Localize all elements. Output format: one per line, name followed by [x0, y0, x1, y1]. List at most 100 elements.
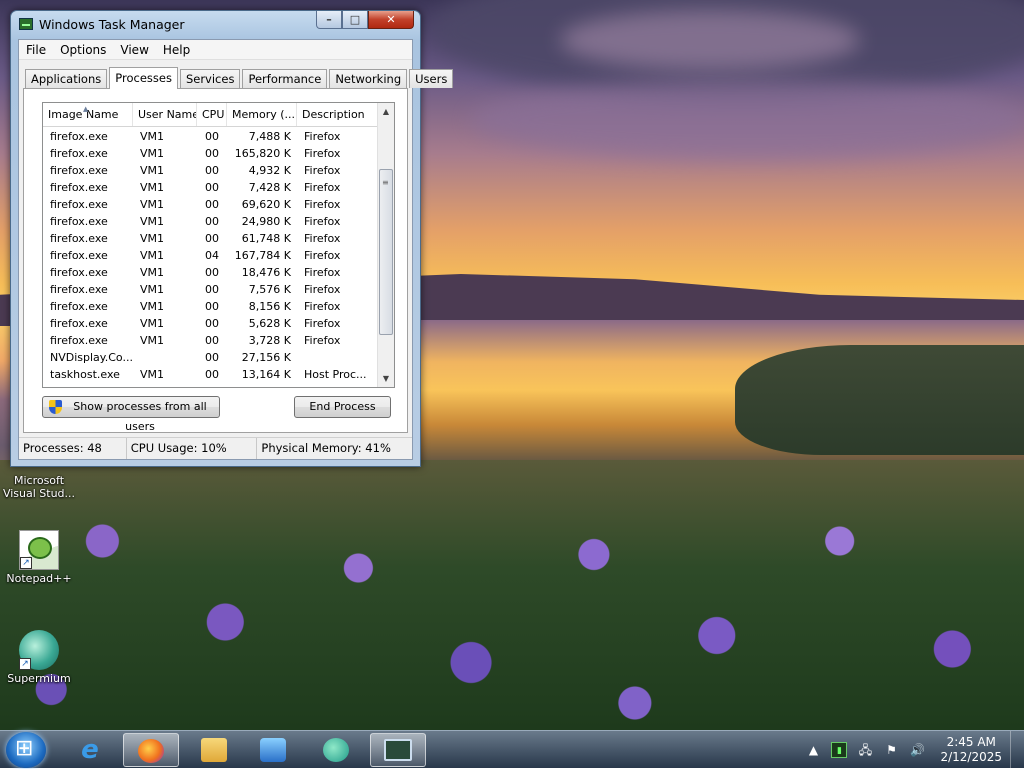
- table-row[interactable]: firefox.exe VM1 04 167,784 K Firefox: [43, 247, 378, 264]
- action-center-flag-icon[interactable]: ⚑: [883, 742, 899, 758]
- table-cell: 00: [205, 181, 219, 194]
- table-cell: firefox.exe: [50, 249, 108, 262]
- tab-networking[interactable]: Networking: [329, 69, 408, 88]
- table-row[interactable]: firefox.exe VM1 00 18,476 K Firefox: [43, 264, 378, 281]
- table-cell: 27,156 K: [241, 351, 291, 364]
- volume-icon[interactable]: 🔊: [909, 742, 925, 758]
- column-cpu[interactable]: CPU: [197, 103, 227, 126]
- table-cell: Firefox: [304, 232, 341, 245]
- menu-help[interactable]: Help: [156, 40, 197, 59]
- sort-ascending-icon: ▲: [83, 105, 89, 113]
- table-cell: firefox.exe: [50, 334, 108, 347]
- table-cell: VM1: [140, 249, 165, 262]
- table-row[interactable]: NVDisplay.Co... 00 27,156 K: [43, 349, 378, 366]
- end-process-button[interactable]: End Process: [294, 396, 391, 418]
- title-bar[interactable]: Windows Task Manager – □ ✕: [11, 11, 420, 38]
- supermium-icon: ↗: [19, 630, 59, 670]
- task-manager-window[interactable]: Windows Task Manager – □ ✕ File Options …: [10, 10, 454, 467]
- scroll-thumb[interactable]: [379, 169, 393, 335]
- table-cell: firefox.exe: [50, 266, 108, 279]
- process-list-header: ▲ Image Name User Name CPU Memory (... D…: [43, 103, 394, 127]
- start-button[interactable]: [6, 732, 46, 768]
- close-button[interactable]: ✕: [368, 11, 414, 29]
- table-cell: firefox.exe: [50, 283, 108, 296]
- internet-explorer-icon: e: [81, 735, 99, 765]
- taskbar-supermium[interactable]: [308, 733, 364, 767]
- desktop-icon-visual-studio[interactable]: Microsoft Visual Stud...: [0, 474, 78, 500]
- table-row[interactable]: taskhost.exe VM1 00 13,164 K Host Proc...: [43, 366, 378, 383]
- table-cell: VM1: [140, 368, 165, 381]
- table-row[interactable]: firefox.exe VM1 00 3,728 K Firefox: [43, 332, 378, 349]
- taskbar-media-player[interactable]: [245, 733, 301, 767]
- minimize-button[interactable]: –: [316, 11, 342, 29]
- status-physical-memory: Physical Memory: 41%: [261, 441, 391, 455]
- table-row[interactable]: firefox.exe VM1 00 61,748 K Firefox: [43, 230, 378, 247]
- tab-applications[interactable]: Applications: [25, 69, 108, 88]
- menu-view[interactable]: View: [113, 40, 155, 59]
- table-cell: 00: [205, 283, 219, 296]
- table-cell: VM1: [140, 147, 165, 160]
- folder-icon: [201, 738, 227, 762]
- table-cell: 00: [205, 317, 219, 330]
- tab-services[interactable]: Services: [179, 69, 241, 88]
- tab-performance[interactable]: Performance: [242, 69, 328, 88]
- table-cell: Firefox: [304, 283, 341, 296]
- menu-options[interactable]: Options: [53, 40, 113, 59]
- table-row[interactable]: firefox.exe VM1 00 24,980 K Firefox: [43, 213, 378, 230]
- table-row[interactable]: firefox.exe VM1 00 165,820 K Firefox: [43, 145, 378, 162]
- table-cell: firefox.exe: [50, 317, 108, 330]
- column-user-name[interactable]: User Name: [133, 103, 197, 126]
- tab-processes[interactable]: Processes: [109, 67, 178, 89]
- table-cell: Firefox: [304, 334, 341, 347]
- table-cell: firefox.exe: [50, 215, 108, 228]
- taskbar-task-manager[interactable]: [370, 733, 426, 767]
- table-cell: VM1: [140, 300, 165, 313]
- table-cell: VM1: [140, 317, 165, 330]
- network-icon[interactable]: 🖧: [857, 742, 873, 758]
- process-list[interactable]: ▲ Image Name User Name CPU Memory (... D…: [42, 102, 395, 388]
- table-cell: 3,728 K: [248, 334, 291, 347]
- scroll-down-icon[interactable]: ▼: [378, 370, 394, 387]
- taskbar-internet-explorer[interactable]: e: [62, 733, 118, 767]
- table-cell: Firefox: [304, 215, 341, 228]
- status-bar: Processes: 48 CPU Usage: 10% Physical Me…: [19, 437, 412, 459]
- show-all-processes-button[interactable]: Show processes from all users: [42, 396, 220, 433]
- desktop-icon-notepad-plus-plus[interactable]: ↗ Notepad++: [0, 530, 78, 585]
- table-cell: Firefox: [304, 249, 341, 262]
- table-row[interactable]: firefox.exe VM1 00 69,620 K Firefox: [43, 196, 378, 213]
- table-row[interactable]: firefox.exe VM1 00 4,932 K Firefox: [43, 162, 378, 179]
- show-desktop-button[interactable]: [1010, 731, 1024, 769]
- table-row[interactable]: firefox.exe VM1 00 7,576 K Firefox: [43, 281, 378, 298]
- table-cell: taskhost.exe: [50, 368, 120, 381]
- process-rows: firefox.exe VM1 00 7,488 K Firefox firefox.ex…: [43, 128, 378, 383]
- taskbar: e ▲ ▮ 🖧 ⚑ 🔊 2:45 AM 2/12/2025: [0, 730, 1024, 769]
- scroll-up-icon[interactable]: ▲: [378, 103, 394, 120]
- table-row[interactable]: firefox.exe VM1 00 5,628 K Firefox: [43, 315, 378, 332]
- table-cell: Firefox: [304, 300, 341, 313]
- table-row[interactable]: firefox.exe VM1 00 7,428 K Firefox: [43, 179, 378, 196]
- table-cell: NVDisplay.Co...: [50, 351, 133, 364]
- clock[interactable]: 2:45 AM 2/12/2025: [940, 735, 1002, 765]
- cpu-meter-icon[interactable]: ▮: [831, 742, 848, 758]
- tab-users[interactable]: Users: [409, 69, 454, 88]
- column-description[interactable]: Description: [297, 103, 376, 126]
- taskbar-file-explorer[interactable]: [186, 733, 242, 767]
- table-cell: 00: [205, 198, 219, 211]
- maximize-button[interactable]: □: [342, 11, 368, 29]
- column-image-name[interactable]: ▲ Image Name: [43, 103, 133, 126]
- media-player-icon: [260, 738, 286, 762]
- table-cell: Firefox: [304, 164, 341, 177]
- table-cell: 4,932 K: [248, 164, 291, 177]
- show-hidden-icons-icon[interactable]: ▲: [805, 742, 821, 758]
- table-cell: 00: [205, 147, 219, 160]
- table-row[interactable]: firefox.exe VM1 00 7,488 K Firefox: [43, 128, 378, 145]
- menu-file[interactable]: File: [19, 40, 53, 59]
- taskbar-firefox[interactable]: [123, 733, 179, 767]
- table-cell: VM1: [140, 130, 165, 143]
- column-memory[interactable]: Memory (...: [227, 103, 297, 126]
- desktop-icon-supermium[interactable]: ↗ Supermium: [0, 630, 78, 685]
- table-row[interactable]: firefox.exe VM1 00 8,156 K Firefox: [43, 298, 378, 315]
- process-list-scrollbar[interactable]: ▲ ≡ ▼: [377, 103, 394, 387]
- clock-time: 2:45 AM: [946, 735, 996, 749]
- table-cell: 8,156 K: [248, 300, 291, 313]
